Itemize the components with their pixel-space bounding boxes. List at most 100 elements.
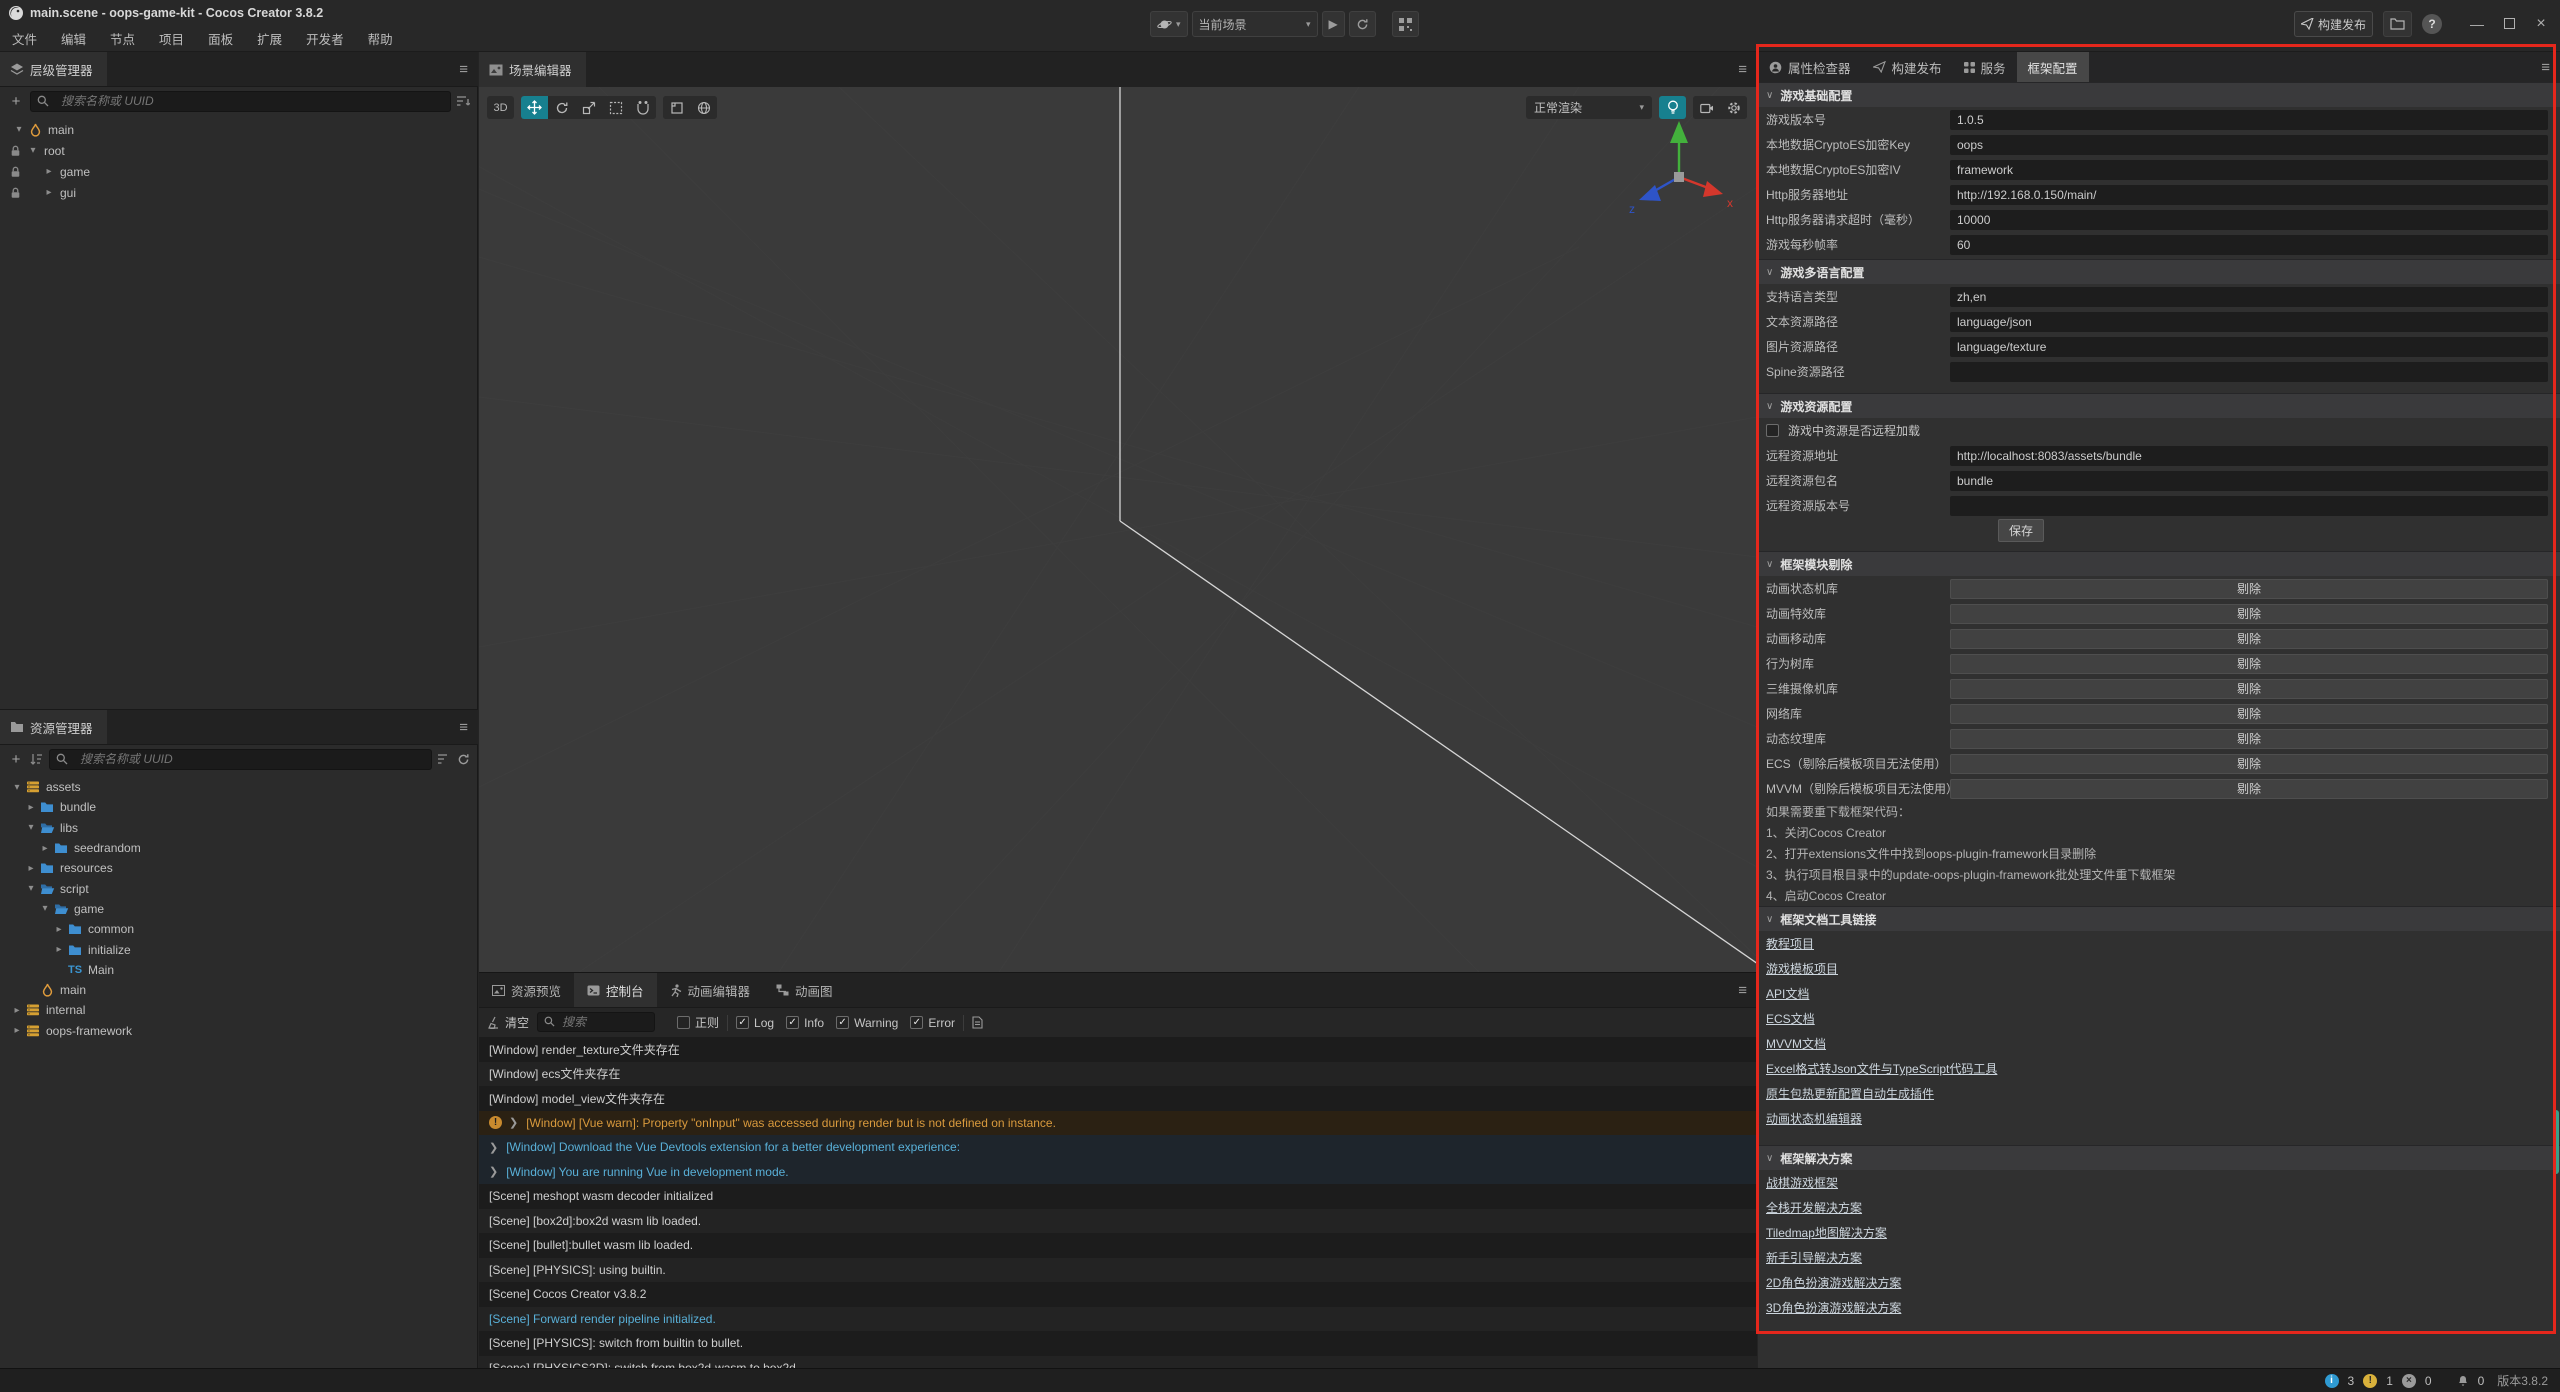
chevron-down-icon[interactable]: ▾	[24, 883, 38, 894]
doc-link[interactable]: 3D角色扮演游戏解决方案	[1766, 1299, 1901, 1316]
console-tab-anim[interactable]: 动画编辑器	[657, 973, 764, 1007]
inspector-tab-grid[interactable]: 服务	[1953, 52, 2017, 82]
tree-row[interactable]: TSMain	[10, 960, 478, 980]
menu-item[interactable]: 扩展	[257, 29, 282, 48]
tree-row[interactable]: ▸game	[8, 161, 478, 182]
tree-row[interactable]: ▸bundle	[10, 797, 478, 817]
log-row[interactable]: [Window] model_view文件夹存在	[479, 1086, 1757, 1111]
doc-link[interactable]: Tiledmap地图解决方案	[1766, 1224, 1887, 1241]
rotate-tool-button[interactable]	[548, 96, 575, 119]
chevron-right-icon[interactable]: ▸	[52, 944, 66, 955]
field-input[interactable]	[1950, 135, 2548, 155]
menu-item[interactable]: 帮助	[368, 29, 393, 48]
inspector-scrollbar-thumb[interactable]	[2553, 1110, 2559, 1174]
doc-link[interactable]: MVVM文档	[1766, 1035, 1826, 1052]
menu-item[interactable]: 面板	[208, 29, 233, 48]
scene-light-toggle-button[interactable]	[1659, 96, 1686, 119]
console-menu-icon[interactable]: ≡	[1738, 973, 1747, 1007]
scene-menu-icon[interactable]: ≡	[1738, 52, 1747, 87]
doc-link[interactable]: 2D角色扮演游戏解决方案	[1766, 1274, 1901, 1291]
preview-target-button[interactable]: ▾	[1150, 11, 1188, 37]
field-input[interactable]	[1950, 312, 2548, 332]
doc-link[interactable]: 原生包热更新配置自动生成插件	[1766, 1085, 1934, 1102]
expand-arrow-icon[interactable]: ❯	[489, 1165, 498, 1178]
info-badge-icon[interactable]: i	[2325, 1374, 2339, 1388]
expand-arrow-icon[interactable]: ❯	[509, 1116, 518, 1129]
expand-arrow-icon[interactable]: ❯	[489, 1141, 498, 1154]
world-local-toggle-button[interactable]	[690, 96, 717, 119]
remove-module-button[interactable]: 剔除	[1950, 679, 2548, 699]
remove-module-button[interactable]: 剔除	[1950, 729, 2548, 749]
field-input[interactable]	[1950, 287, 2548, 307]
close-button[interactable]: ×	[2530, 15, 2552, 33]
log-row[interactable]: [Scene] meshopt wasm decoder initialized	[479, 1184, 1757, 1209]
filter-checkbox-error[interactable]: ✓Error	[910, 1016, 955, 1030]
chevron-right-icon[interactable]: ▸	[24, 802, 38, 813]
tree-row[interactable]: ▾script	[10, 878, 478, 898]
menu-item[interactable]: 文件	[12, 29, 37, 48]
sort-icon[interactable]	[30, 753, 43, 765]
chevron-down-icon[interactable]: ▾	[26, 145, 40, 156]
tree-row[interactable]: ▸initialize	[10, 939, 478, 959]
section-header[interactable]: ∨框架解决方案	[1758, 1145, 2560, 1170]
remove-module-button[interactable]: 剔除	[1950, 704, 2548, 724]
log-row[interactable]: !❯[Window] [Vue warn]: Property "onInput…	[479, 1111, 1757, 1136]
filter-checkbox-warning[interactable]: ✓Warning	[836, 1016, 898, 1030]
log-row[interactable]: [Window] ecs文件夹存在	[479, 1062, 1757, 1087]
regex-checkbox[interactable]: 正则	[677, 1014, 719, 1031]
inspector-tab-framework-config[interactable]: 框架配置	[2017, 52, 2089, 82]
chevron-down-icon[interactable]: ▾	[38, 903, 52, 914]
field-input[interactable]	[1950, 446, 2548, 466]
log-row[interactable]: [Window] render_texture文件夹存在	[479, 1037, 1757, 1062]
section-header[interactable]: ∨框架文档工具链接	[1758, 906, 2560, 931]
log-row[interactable]: ❯[Window] You are running Vue in develop…	[479, 1160, 1757, 1185]
field-input[interactable]	[1950, 496, 2548, 516]
assets-search-input[interactable]	[49, 749, 432, 770]
clear-console-button[interactable]: 清空	[487, 1014, 529, 1031]
remove-module-button[interactable]: 剔除	[1950, 604, 2548, 624]
log-row[interactable]: [Scene] [PHYSICS]: switch from builtin t…	[479, 1331, 1757, 1356]
section-header[interactable]: ∨游戏基础配置	[1758, 82, 2560, 107]
chevron-right-icon[interactable]: ▸	[38, 843, 52, 854]
menu-item[interactable]: 编辑	[61, 29, 86, 48]
doc-link[interactable]: Excel格式转Json文件与TypeScript代码工具	[1766, 1060, 1997, 1077]
tree-row[interactable]: ▾root	[8, 140, 478, 161]
doc-link[interactable]: 全栈开发解决方案	[1766, 1199, 1862, 1216]
create-node-button[interactable]: +	[8, 93, 24, 110]
current-scene-select[interactable]: 当前场景 ▾	[1192, 11, 1318, 37]
filter-icon[interactable]	[457, 95, 470, 107]
field-input[interactable]	[1950, 337, 2548, 357]
rect-tool-button[interactable]	[602, 96, 629, 119]
section-header[interactable]: ∨游戏资源配置	[1758, 393, 2560, 418]
remove-module-button[interactable]: 剔除	[1950, 754, 2548, 774]
chevron-down-icon[interactable]: ▾	[24, 822, 38, 833]
tree-row[interactable]: ▾assets	[10, 777, 478, 797]
tree-row[interactable]: ▸oops-framework	[10, 1021, 478, 1041]
tree-row[interactable]: ▸internal	[10, 1000, 478, 1020]
chevron-right-icon[interactable]: ▸	[52, 924, 66, 935]
create-asset-button[interactable]: +	[8, 751, 24, 768]
hierarchy-menu-icon[interactable]: ≡	[459, 52, 468, 86]
console-tab-terminal[interactable]: 控制台	[574, 973, 657, 1007]
remove-module-button[interactable]: 剔除	[1950, 779, 2548, 799]
assets-menu-icon[interactable]: ≡	[459, 710, 468, 744]
field-input[interactable]	[1950, 210, 2548, 230]
bell-icon[interactable]	[2457, 1374, 2469, 1387]
field-input[interactable]	[1950, 185, 2548, 205]
chevron-down-icon[interactable]: ▾	[10, 782, 24, 793]
log-row[interactable]: [Scene] [PHYSICS2D]: switch from box2d-w…	[479, 1356, 1757, 1370]
doc-link[interactable]: ECS文档	[1766, 1010, 1815, 1027]
remove-module-button[interactable]: 剔除	[1950, 654, 2548, 674]
field-input[interactable]	[1950, 235, 2548, 255]
chevron-right-icon[interactable]: ▸	[24, 863, 38, 874]
section-header[interactable]: ∨游戏多语言配置	[1758, 259, 2560, 284]
scene-editor-tab[interactable]: 场景编辑器	[479, 52, 586, 87]
camera-settings-button[interactable]	[1693, 96, 1720, 119]
error-badge-icon[interactable]: ×	[2402, 1374, 2416, 1388]
tree-row[interactable]: ▸seedrandom	[10, 838, 478, 858]
rect-snap-button[interactable]	[663, 96, 690, 119]
axis-gizmo[interactable]: x z	[1619, 115, 1739, 235]
chevron-right-icon[interactable]: ▸	[10, 1025, 24, 1036]
maximize-button[interactable]	[2498, 16, 2520, 32]
log-row[interactable]: [Scene] Forward render pipeline initiali…	[479, 1307, 1757, 1332]
